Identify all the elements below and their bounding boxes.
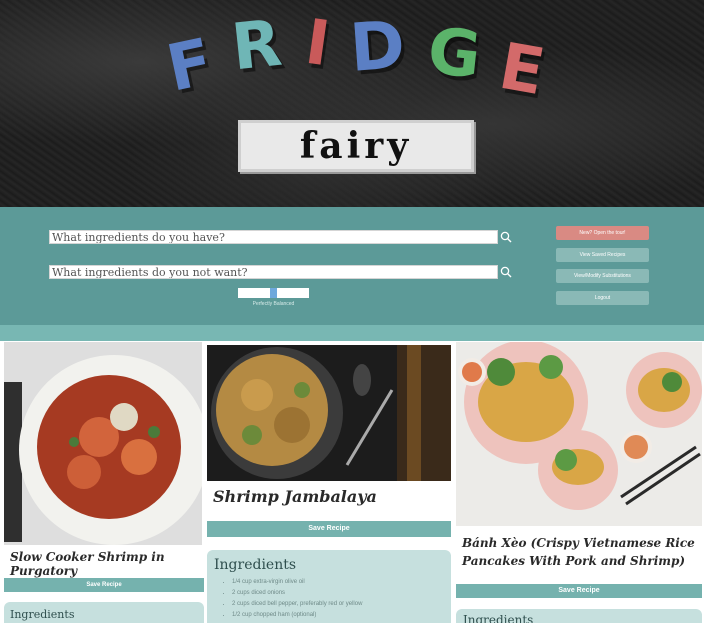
search-icon[interactable] (500, 266, 512, 278)
have-ingredients-input[interactable] (49, 230, 498, 244)
logo-letter-d: D (347, 6, 408, 87)
view-saved-recipes-button[interactable]: View Saved Recipes (556, 248, 649, 262)
recipe-image[interactable] (456, 342, 702, 526)
list-item: 2 cups diced onions (232, 588, 444, 599)
ingredients-panel: Ingredients (456, 609, 702, 623)
shrimp-jambalaya-photo (207, 345, 451, 481)
recipe-image[interactable] (207, 345, 451, 481)
banh-xeo-photo (456, 342, 702, 526)
balance-slider-thumb[interactable] (270, 288, 277, 298)
logout-button[interactable]: Logout (556, 291, 649, 305)
list-item: 1/4 cup extra-virgin olive oil (232, 577, 444, 588)
ingredients-panel: Ingredients 1/4 cup extra-virgin olive o… (207, 550, 451, 623)
recipe-image[interactable] (4, 342, 202, 545)
balance-slider[interactable] (238, 288, 309, 298)
ingredients-heading: Ingredients (463, 613, 534, 623)
ingredients-heading: Ingredients (214, 557, 297, 573)
logo-subtitle: fairy (299, 125, 413, 167)
hero-banner: F R I D G E fairy (0, 0, 704, 207)
save-recipe-button[interactable]: Save Recipe (456, 584, 702, 598)
ingredients-heading: Ingredients (10, 608, 75, 621)
save-recipe-button[interactable]: Save Recipe (207, 521, 451, 537)
save-recipe-button[interactable]: Save Recipe (4, 578, 204, 592)
shrimp-purgatory-photo (4, 342, 202, 545)
ingredients-list: 1/4 cup extra-virgin olive oil 2 cups di… (214, 577, 444, 621)
logo-letter-g: G (424, 14, 485, 94)
logo-letter-f: F (160, 25, 219, 107)
recipe-title: Slow Cooker Shrimp in Purgatory (10, 550, 165, 578)
logo-letter-i: I (301, 4, 335, 81)
view-substitutions-button[interactable]: View/Modify Substitutions (556, 269, 649, 283)
recipe-title: Bánh Xèo (Crispy Vietnamese Rice Pancake… (462, 536, 695, 568)
open-tour-button[interactable]: New? Open the tour! (556, 226, 649, 240)
logo-letter-e: E (493, 29, 550, 111)
band-divider (0, 325, 704, 341)
ingredients-panel: Ingredients (4, 602, 204, 623)
balance-label: Perfectly Balanced (252, 301, 295, 307)
list-item: 1/2 cup chopped ham (optional) (232, 610, 444, 621)
recipe-title: Shrimp Jambalaya (213, 487, 377, 506)
list-item: 2 cups diced bell pepper, preferably red… (232, 599, 444, 610)
logo-letter-r: R (228, 6, 286, 86)
search-icon[interactable] (500, 231, 512, 243)
logo-subtitle-box: fairy (238, 120, 474, 172)
exclude-ingredients-input[interactable] (49, 265, 498, 279)
